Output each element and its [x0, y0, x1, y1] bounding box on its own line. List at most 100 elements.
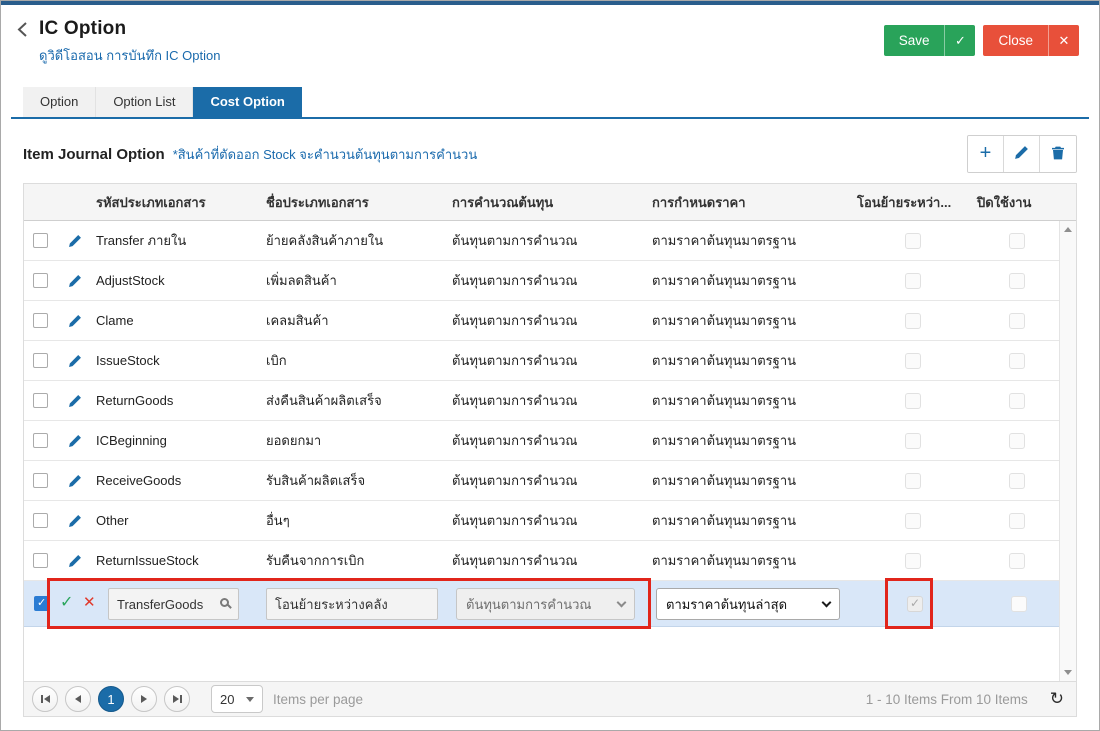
- cell-code: Transfer ภายใน: [94, 230, 264, 251]
- cell-name: ยอดยกมา: [264, 430, 450, 451]
- plus-icon: +: [980, 143, 992, 163]
- cell-price: ตามราคาต้นทุนมาตรฐาน: [650, 470, 855, 491]
- row-checkbox[interactable]: [33, 473, 48, 488]
- row-checkbox[interactable]: [33, 353, 48, 368]
- table-row: AdjustStock เพิ่มลดสินค้า ต้นทุนตามการคำ…: [24, 261, 1076, 301]
- edit-row-checkbox[interactable]: [34, 596, 49, 611]
- first-page-button[interactable]: [32, 686, 58, 712]
- chevron-down-icon: [822, 597, 832, 607]
- cell-cost: ต้นทุนตามการคำนวณ: [450, 230, 650, 251]
- add-row-button[interactable]: +: [968, 136, 1004, 172]
- search-icon[interactable]: [220, 598, 229, 607]
- page-header: IC Option ดูวิดีโอสอน การบันทึก IC Optio…: [1, 5, 1099, 86]
- cell-disable-checkbox: [1009, 393, 1025, 409]
- cell-transfer-checkbox: [905, 273, 921, 289]
- cell-disable-checkbox: [1009, 273, 1025, 289]
- row-edit-pencil-icon[interactable]: [68, 394, 82, 408]
- row-checkbox[interactable]: [33, 233, 48, 248]
- cell-disable-checkbox: [1009, 473, 1025, 489]
- header-actions: Save ✓ Close ✕: [884, 25, 1079, 56]
- save-button-label: Save: [884, 25, 945, 56]
- cell-cost: ต้นทุนตามการคำนวณ: [450, 350, 650, 371]
- row-checkbox[interactable]: [33, 313, 48, 328]
- vertical-scrollbar[interactable]: [1059, 221, 1076, 681]
- pagination-bar: 1 20 Items per page 1 - 10 Items From 10…: [23, 681, 1077, 717]
- table-row: Other อื่นๆ ต้นทุนตามการคำนวณ ตามราคาต้น…: [24, 501, 1076, 541]
- section-title: Item Journal Option: [23, 146, 165, 163]
- table-row: ReturnGoods ส่งคืนสินค้าผลิตเสร็จ ต้นทุน…: [24, 381, 1076, 421]
- table-header-row: รหัสประเภทเอกสาร ชื่อประเภทเอกสาร การคำน…: [24, 184, 1076, 221]
- row-checkbox[interactable]: [33, 433, 48, 448]
- edit-row-button[interactable]: [1004, 136, 1040, 172]
- cell-price: ตามราคาต้นทุนมาตรฐาน: [650, 230, 855, 251]
- row-edit-pencil-icon[interactable]: [68, 274, 82, 288]
- delete-row-button[interactable]: [1040, 136, 1076, 172]
- grid-toolbar: +: [967, 135, 1077, 173]
- page-size-select[interactable]: 20: [211, 685, 263, 713]
- row-edit-pencil-icon[interactable]: [68, 554, 82, 568]
- table-row: Transfer ภายใน ย้ายคลังสินค้าภายใน ต้นทุ…: [24, 221, 1076, 261]
- cell-cost: ต้นทุนตามการคำนวณ: [450, 390, 650, 411]
- next-page-button[interactable]: [131, 686, 157, 712]
- cell-name: เคลมสินค้า: [264, 310, 450, 331]
- row-edit-pencil-icon[interactable]: [68, 514, 82, 528]
- row-checkbox[interactable]: [33, 273, 48, 288]
- row-edit-pencil-icon[interactable]: [68, 354, 82, 368]
- cell-name: ส่งคืนสินค้าผลิตเสร็จ: [264, 390, 450, 411]
- cell-transfer-checkbox: [905, 353, 921, 369]
- next-page-icon: [141, 695, 147, 703]
- cell-code: AdjustStock: [94, 273, 264, 288]
- price-method-select[interactable]: ตามราคาต้นทุนล่าสุด: [656, 588, 840, 620]
- last-page-icon: [173, 695, 179, 703]
- page-1-button[interactable]: 1: [98, 686, 124, 712]
- header-name: ชื่อประเภทเอกสาร: [264, 192, 450, 213]
- save-check-icon[interactable]: ✓: [944, 25, 975, 56]
- cell-cost: ต้นทุนตามการคำนวณ: [450, 270, 650, 291]
- cell-cost: ต้นทุนตามการคำนวณ: [450, 510, 650, 531]
- last-page-button[interactable]: [164, 686, 190, 712]
- cell-disable-checkbox: [1009, 433, 1025, 449]
- name-input[interactable]: [266, 588, 438, 620]
- cell-price: ตามราคาต้นทุนมาตรฐาน: [650, 550, 855, 571]
- row-edit-pencil-icon[interactable]: [68, 234, 82, 248]
- row-checkbox[interactable]: [33, 513, 48, 528]
- close-button[interactable]: Close ✕: [983, 25, 1079, 56]
- close-button-label: Close: [983, 25, 1048, 56]
- confirm-icon[interactable]: ✓: [60, 592, 73, 612]
- chevron-down-icon: [246, 697, 254, 702]
- scroll-up-icon[interactable]: [1064, 227, 1072, 232]
- cell-disable-checkbox: [1009, 353, 1025, 369]
- cell-disable-checkbox: [1009, 313, 1025, 329]
- tab-bar: Option Option List Cost Option: [11, 86, 1089, 119]
- tab-option[interactable]: Option: [23, 87, 96, 117]
- back-chevron-icon[interactable]: [17, 20, 31, 38]
- save-button[interactable]: Save ✓: [884, 25, 976, 56]
- row-edit-pencil-icon[interactable]: [68, 474, 82, 488]
- cell-name: รับสินค้าผลิตเสร็จ: [264, 470, 450, 491]
- refresh-icon[interactable]: ↻: [1050, 689, 1064, 709]
- cell-disable-checkbox: [1009, 233, 1025, 249]
- cell-name: เพิ่มลดสินค้า: [264, 270, 450, 291]
- table-row: ICBeginning ยอดยกมา ต้นทุนตามการคำนวณ ตา…: [24, 421, 1076, 461]
- cell-transfer-checkbox: [905, 393, 921, 409]
- cell-name: เบิก: [264, 350, 450, 371]
- header-transfer: โอนย้ายระหว่า...: [855, 192, 975, 213]
- cell-code: ReturnGoods: [94, 393, 264, 408]
- cancel-icon[interactable]: ✕: [83, 593, 96, 611]
- scroll-down-icon[interactable]: [1064, 670, 1072, 675]
- prev-page-button[interactable]: [65, 686, 91, 712]
- edit-row: ✓ ✕ ต้นทุนตามการคำนวณ ตามราคาต้นทุนล่าสุ…: [24, 581, 1076, 627]
- table-row: ReturnIssueStock รับคืนจากการเบิก ต้นทุน…: [24, 541, 1076, 581]
- row-edit-pencil-icon[interactable]: [68, 434, 82, 448]
- tab-option-list[interactable]: Option List: [96, 87, 193, 117]
- video-tutorial-link[interactable]: ดูวิดีโอสอน การบันทึก IC Option: [39, 45, 220, 66]
- cell-cost: ต้นทุนตามการคำนวณ: [450, 550, 650, 571]
- row-checkbox[interactable]: [33, 393, 48, 408]
- cost-method-select[interactable]: ต้นทุนตามการคำนวณ: [456, 588, 635, 620]
- tab-cost-option[interactable]: Cost Option: [193, 87, 301, 117]
- row-edit-pencil-icon[interactable]: [68, 314, 82, 328]
- transfer-checkbox-checked: [907, 596, 923, 612]
- cell-code: ReceiveGoods: [94, 473, 264, 488]
- row-checkbox[interactable]: [33, 553, 48, 568]
- close-x-icon[interactable]: ✕: [1048, 25, 1079, 56]
